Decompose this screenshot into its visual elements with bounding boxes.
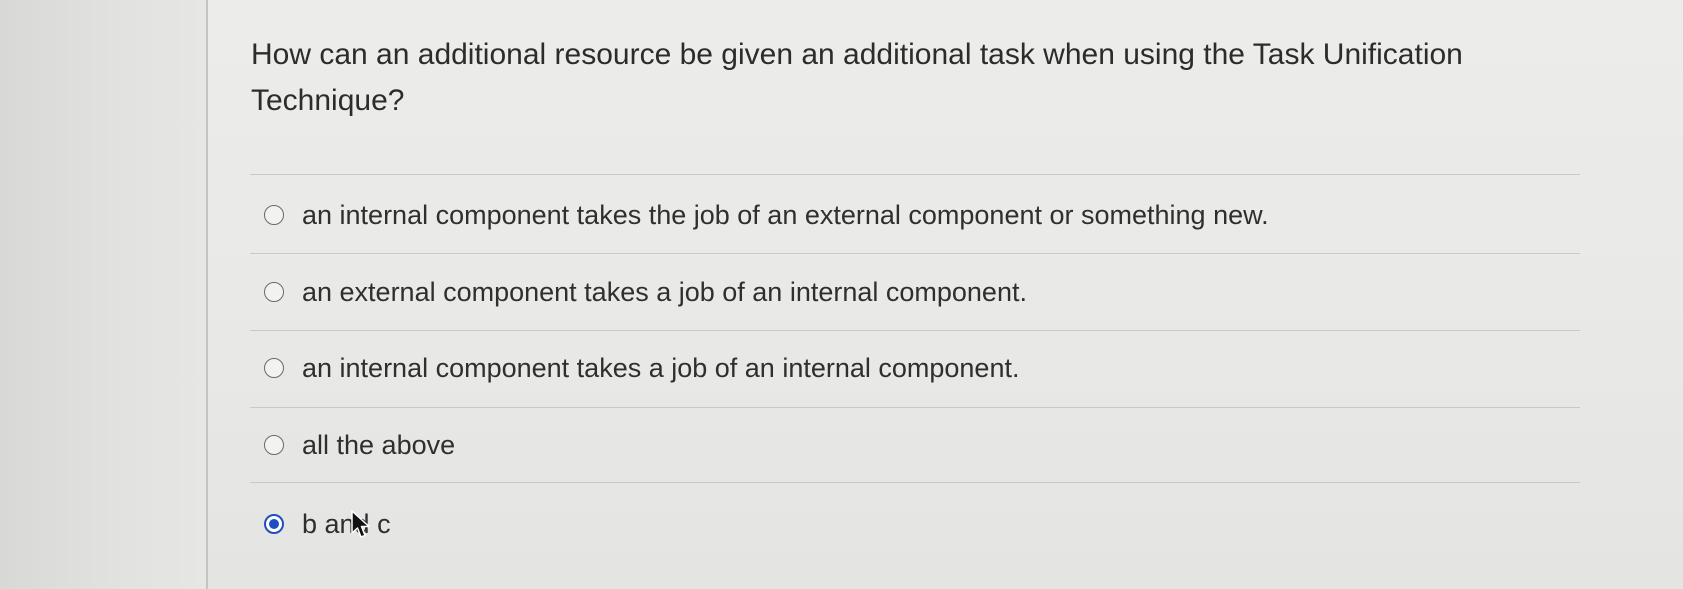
divider-top (250, 174, 1580, 175)
radio-option-a[interactable] (264, 205, 284, 225)
question-text: How can an additional resource be given … (251, 38, 1463, 117)
option-e-label: b and c (302, 508, 391, 539)
option-c-label: an internal component takes a job of an … (302, 352, 1020, 383)
divider-3 (250, 407, 1580, 408)
left-margin (0, 0, 208, 589)
option-d-label: all the above (302, 429, 456, 460)
radio-option-e-selected[interactable] (264, 514, 284, 534)
option-b-label: an external component takes a job of an … (302, 276, 1027, 307)
option-a-label: an internal component takes the job of a… (302, 199, 1269, 230)
divider-4 (250, 482, 1580, 483)
radio-option-c[interactable] (264, 358, 284, 378)
option-a[interactable]: an internal component takes the job of a… (264, 195, 1269, 235)
option-c[interactable]: an internal component takes a job of an … (264, 348, 1019, 388)
radio-option-d[interactable] (264, 435, 284, 455)
mouse-pointer-icon (351, 510, 370, 538)
option-d[interactable]: all the above (264, 425, 455, 465)
divider-1 (250, 253, 1580, 254)
radio-option-b[interactable] (264, 282, 284, 302)
divider-2 (250, 330, 1580, 331)
option-b[interactable]: an external component takes a job of an … (264, 272, 1027, 312)
